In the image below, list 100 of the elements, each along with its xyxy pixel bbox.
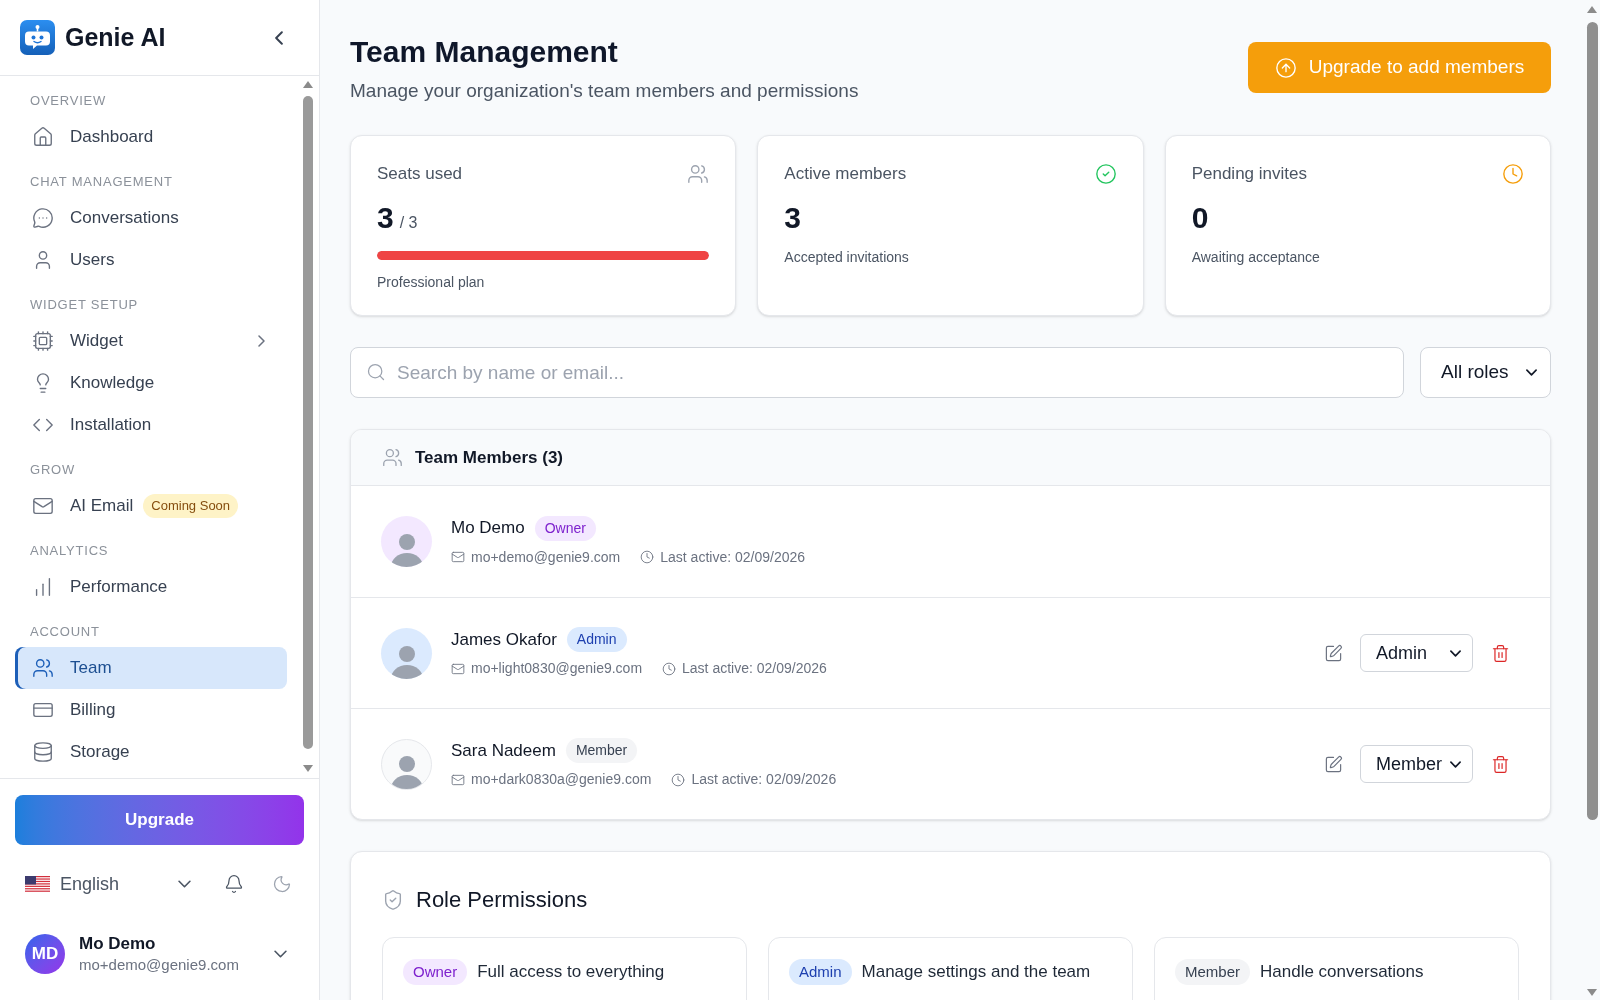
nav-item[interactable]: Team bbox=[15, 647, 287, 689]
section-heading: CHAT MANAGEMENT bbox=[29, 173, 174, 191]
section-heading: OVERVIEW bbox=[29, 92, 108, 110]
pencil-icon bbox=[1323, 754, 1343, 774]
nav-item[interactable]: AI Email Coming Soon bbox=[15, 485, 287, 527]
notifications-button[interactable] bbox=[224, 874, 244, 894]
section-heading: GROW bbox=[29, 461, 76, 479]
robot-logo-icon bbox=[20, 20, 55, 55]
clock-icon bbox=[1502, 163, 1524, 185]
last-active: Last active: 02/09/2026 bbox=[660, 547, 806, 567]
member-email: mo+light0830@genie9.com bbox=[471, 659, 643, 679]
chevron-left-icon bbox=[275, 30, 283, 45]
envelope-icon bbox=[32, 495, 54, 517]
theme-toggle-button[interactable] bbox=[272, 874, 292, 894]
stat-note: Accepted invitations bbox=[784, 248, 910, 267]
shield-check-icon bbox=[382, 889, 404, 911]
chevron-down-icon bbox=[178, 880, 191, 888]
nav-item[interactable]: Storage bbox=[15, 731, 287, 773]
nav-item[interactable]: Performance bbox=[15, 566, 287, 608]
nav-item[interactable]: Knowledge bbox=[15, 362, 287, 404]
nav-item[interactable]: Widget bbox=[15, 320, 287, 362]
nav-badge: Coming Soon bbox=[143, 494, 239, 518]
section-title: Team Members (3) bbox=[415, 446, 563, 469]
role-badge: Owner bbox=[403, 959, 468, 985]
upgrade-button[interactable]: Upgrade bbox=[15, 795, 304, 845]
nav-item[interactable]: Installation bbox=[15, 404, 287, 446]
search-field[interactable]: Search by name or email... bbox=[350, 347, 1404, 398]
trash-icon bbox=[1490, 643, 1510, 663]
stat-value: 3 bbox=[784, 201, 801, 235]
role-badge: Admin bbox=[789, 959, 852, 985]
role-summary: Handle conversations bbox=[1260, 961, 1424, 984]
page-title: Team Management bbox=[350, 34, 619, 70]
avatar bbox=[381, 627, 432, 679]
avatar bbox=[381, 738, 432, 790]
search-icon bbox=[366, 362, 386, 382]
flag-icon bbox=[25, 875, 50, 893]
nav-item[interactable]: Conversations bbox=[15, 197, 287, 239]
scrollbar-thumb[interactable] bbox=[303, 96, 313, 749]
last-active: Last active: 02/09/2026 bbox=[682, 659, 827, 679]
role-summary: Full access to everything bbox=[477, 961, 665, 984]
envelope-icon bbox=[451, 772, 465, 787]
chat-bubble-icon bbox=[32, 207, 54, 229]
role-filter-select[interactable]: All roles bbox=[1420, 347, 1551, 398]
role-badge: Member bbox=[565, 738, 638, 763]
language-select[interactable]: English bbox=[25, 870, 191, 898]
section-heading: ACCOUNT bbox=[29, 623, 101, 641]
user-name: Mo Demo bbox=[79, 933, 157, 955]
pencil-icon bbox=[1323, 643, 1343, 663]
user-avatar: MD bbox=[25, 934, 65, 974]
role-select[interactable]: Admin bbox=[1360, 634, 1473, 672]
stat-note: Awaiting acceptance bbox=[1191, 248, 1321, 267]
envelope-icon bbox=[451, 661, 465, 676]
stat-label: Active members bbox=[784, 163, 907, 186]
scroll-down-arrow-icon[interactable] bbox=[303, 765, 313, 772]
scrollbar-thumb[interactable] bbox=[1586, 22, 1598, 820]
nav-item[interactable]: Users bbox=[15, 239, 287, 281]
chevron-down-icon bbox=[1450, 760, 1461, 768]
users-icon bbox=[382, 447, 403, 468]
stat-value: 0 bbox=[1191, 201, 1209, 235]
role-badge: Owner bbox=[534, 515, 596, 541]
chip-icon bbox=[32, 330, 54, 352]
nav-item[interactable]: Billing bbox=[15, 689, 287, 731]
member-name: Mo Demo bbox=[451, 517, 525, 540]
stat-label: Pending invites bbox=[1191, 163, 1307, 186]
stat-value: 3 bbox=[377, 201, 394, 235]
scroll-up-arrow-icon[interactable] bbox=[303, 81, 313, 88]
database-icon bbox=[32, 741, 54, 763]
envelope-icon bbox=[451, 550, 465, 565]
nav-item[interactable]: Dashboard bbox=[15, 116, 287, 158]
user-email: mo+demo@genie9.com bbox=[79, 955, 239, 975]
moon-icon bbox=[272, 874, 292, 894]
section-title: Role Permissions bbox=[416, 886, 588, 914]
clock-icon bbox=[671, 772, 686, 787]
chevron-down-icon bbox=[1526, 369, 1537, 376]
role-badge: Admin bbox=[566, 627, 627, 652]
chevron-down-icon bbox=[273, 950, 287, 958]
section-heading: WIDGET SETUP bbox=[29, 296, 140, 314]
chevron-down-icon bbox=[1450, 649, 1461, 657]
users-icon bbox=[32, 657, 54, 679]
member-name: Sara Nadeem bbox=[451, 739, 556, 762]
member-email: mo+dark0830a@genie9.com bbox=[471, 770, 652, 790]
arrow-up-circle-icon bbox=[1274, 56, 1297, 79]
clock-icon bbox=[640, 550, 655, 565]
member-email: mo+demo@genie9.com bbox=[471, 547, 621, 567]
scroll-up-arrow-icon[interactable] bbox=[1587, 6, 1597, 13]
role-summary: Manage settings and the team bbox=[861, 961, 1091, 984]
stat-note: Professional plan bbox=[377, 273, 486, 292]
avatar bbox=[381, 516, 432, 567]
stat-total: / 3 bbox=[399, 213, 418, 233]
brand-name: Genie AI bbox=[65, 21, 166, 53]
section-heading: ANALYTICS bbox=[29, 542, 110, 560]
member-name: James Okafor bbox=[451, 628, 557, 651]
role-select[interactable]: Member bbox=[1360, 745, 1473, 783]
trash-icon bbox=[1490, 754, 1510, 774]
scroll-down-arrow-icon[interactable] bbox=[1587, 989, 1597, 996]
stat-label: Seats used bbox=[377, 163, 463, 186]
role-badge: Member bbox=[1175, 959, 1250, 985]
users-icon bbox=[687, 163, 710, 185]
check-circle-icon bbox=[1094, 163, 1117, 185]
page-subtitle: Manage your organization's team members and permissions bbox=[350, 79, 859, 103]
